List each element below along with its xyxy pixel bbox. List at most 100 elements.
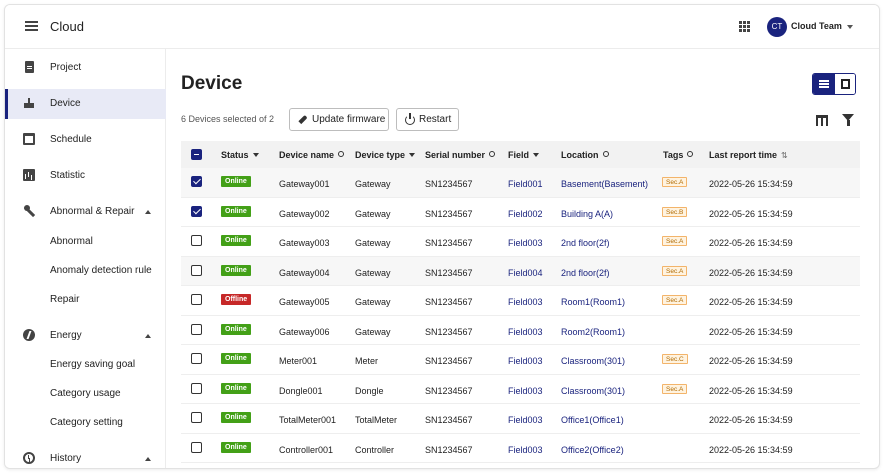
row-checkbox[interactable]	[191, 294, 202, 305]
row-checkbox[interactable]	[191, 176, 202, 187]
sidebar-item-abnormal-repair[interactable]: Abnormal & Repair	[5, 197, 166, 227]
team-name[interactable]: Cloud Team	[791, 21, 842, 31]
sidebar-item-statistic[interactable]: Statistic	[5, 161, 166, 191]
location-link[interactable]: 2nd floor(2f)	[561, 238, 610, 248]
column-header-status[interactable]: Status	[221, 150, 259, 160]
row-checkbox[interactable]	[191, 412, 202, 423]
location-link[interactable]: Classroom(301)	[561, 386, 625, 396]
row-checkbox[interactable]	[191, 382, 202, 394]
table-row[interactable]: Online Gateway006 Gateway SN1234567 Field003…	[181, 316, 860, 345]
sort-icon[interactable]: ⇅	[781, 151, 788, 160]
sidebar-item-energy[interactable]: Energy	[5, 321, 166, 351]
restart-button[interactable]: Restart	[396, 108, 459, 131]
field-link[interactable]: Field003	[508, 297, 543, 307]
field-link[interactable]: Field003	[508, 238, 543, 248]
table-row[interactable]: Online Gateway001 Gateway SN1234567 Field001…	[181, 168, 860, 198]
status-badge: Online	[221, 441, 251, 453]
table-row[interactable]: Online Gateway004 Gateway SN1234567 Field004…	[181, 256, 860, 286]
menu-icon[interactable]	[25, 21, 38, 31]
table-row[interactable]: Online Dongle001 Dongle SN1234567 Field003 Cl…	[181, 375, 860, 404]
serial-number-cell: SN1234567	[425, 179, 473, 189]
location-link[interactable]: Room1(Room1)	[561, 297, 625, 307]
table-row[interactable]: Online TotalMeter001 TotalMeter SN1234567 Fi…	[181, 404, 860, 434]
location-link[interactable]: 2nd floor(2f)	[561, 268, 610, 278]
column-header-tags[interactable]: Tags	[663, 150, 694, 160]
location-link[interactable]: Office1(Office1)	[561, 415, 624, 425]
table-row[interactable]: Online Meter001 Meter SN1234567 Field003 Clas…	[181, 345, 860, 375]
sidebar-item-history[interactable]: History	[5, 444, 166, 468]
sidebar-item-label: Project	[50, 62, 82, 73]
row-checkbox[interactable]	[191, 235, 202, 246]
location-link[interactable]: Basement(Basement)	[561, 179, 648, 189]
columns-icon[interactable]	[816, 115, 828, 126]
chevron-down-icon[interactable]	[847, 25, 853, 29]
location-link[interactable]: Office2(Office2)	[561, 445, 624, 455]
row-checkbox[interactable]	[191, 323, 202, 335]
column-header-device-type[interactable]: Device type	[355, 150, 416, 160]
last-report-time-cell: 2022-05-26 15:34:59	[709, 415, 793, 425]
field-link[interactable]: Field003	[508, 415, 543, 425]
sidebar-item-abnormal[interactable]: Abnormal	[5, 227, 166, 257]
search-icon[interactable]	[687, 150, 694, 157]
status-badge: Online	[221, 412, 251, 423]
table-row[interactable]: Offline Gateway005 Gateway SN1234567 Field00…	[181, 286, 860, 316]
device-name-cell: Gateway003	[279, 238, 330, 248]
table-row[interactable]: Online Gateway003 Gateway SN1234567 Field003…	[181, 227, 860, 257]
sidebar-item-category-usage[interactable]: Category usage	[5, 379, 166, 409]
status-badge: Online	[221, 235, 251, 246]
field-link[interactable]: Field003	[508, 386, 543, 396]
tag-badge: Sec.C	[662, 354, 688, 364]
column-header-last-report-time[interactable]: Last report time ⇅	[709, 150, 788, 160]
device-type-cell: Gateway	[355, 179, 391, 189]
location-link[interactable]: Room2(Room1)	[561, 327, 625, 337]
filter-icon[interactable]	[842, 114, 854, 126]
filter-icon[interactable]	[409, 152, 416, 157]
search-icon[interactable]	[489, 150, 496, 157]
serial-number-cell: SN1234567	[425, 444, 473, 455]
table-body: Online Gateway001 Gateway SN1234567 Field001…	[181, 168, 860, 463]
list-view-icon[interactable]	[813, 74, 835, 94]
avatar[interactable]: CT	[767, 17, 787, 37]
table-row[interactable]: Online Controller001 Controller SN1234567 Fi…	[181, 434, 860, 463]
row-checkbox[interactable]	[191, 264, 202, 276]
table-row[interactable]: Online Gateway002 Gateway SN1234567 Field002…	[181, 198, 860, 227]
sidebar-item-label: Category usage	[50, 388, 121, 399]
tag-badge: Sec.A	[662, 177, 688, 187]
row-checkbox[interactable]	[191, 205, 202, 217]
map-view-icon[interactable]	[835, 74, 855, 94]
field-link[interactable]: Field002	[508, 209, 543, 219]
column-header-serial-number[interactable]: Serial number	[425, 150, 496, 160]
sidebar-item-repair[interactable]: Repair	[5, 285, 166, 315]
tag-badge: Sec.A	[662, 265, 688, 276]
column-header-device-name[interactable]: Device name	[279, 150, 345, 160]
update-firmware-button[interactable]: Update firmware	[289, 108, 389, 131]
select-all-checkbox[interactable]	[191, 149, 202, 160]
column-header-location[interactable]: Location	[561, 150, 609, 160]
field-link[interactable]: Field003	[508, 445, 543, 455]
location-link[interactable]: Building A(A)	[561, 209, 613, 219]
wrench-icon	[23, 205, 35, 217]
sidebar-item-energy-saving-goal[interactable]: Energy saving goal	[5, 350, 166, 380]
field-link[interactable]: Field003	[508, 356, 543, 366]
filter-icon[interactable]	[252, 152, 259, 157]
sidebar-item-schedule[interactable]: Schedule	[5, 125, 166, 155]
device-type-cell: TotalMeter	[355, 415, 398, 425]
sidebar-item-category-setting[interactable]: Category setting	[5, 408, 166, 438]
filter-icon[interactable]	[533, 152, 540, 157]
search-icon[interactable]	[338, 150, 345, 157]
apps-grid-icon[interactable]	[739, 21, 750, 32]
row-checkbox[interactable]	[191, 353, 202, 364]
header-label: Last report time	[709, 150, 778, 160]
field-link[interactable]: Field001	[508, 179, 543, 189]
sidebar-item-device[interactable]: Device	[5, 89, 166, 119]
sidebar: Project Device Schedule Statistic Abnorm…	[5, 49, 166, 468]
row-checkbox[interactable]	[191, 441, 202, 453]
sidebar-item-anomaly-detection-rule[interactable]: Anomaly detection rule	[5, 256, 166, 286]
search-icon[interactable]	[602, 150, 609, 157]
sidebar-item-label: Energy	[50, 330, 82, 341]
location-link[interactable]: Classroom(301)	[561, 356, 625, 366]
field-link[interactable]: Field004	[508, 268, 543, 278]
sidebar-item-project[interactable]: Project	[5, 53, 166, 83]
column-header-field[interactable]: Field	[508, 150, 540, 160]
field-link[interactable]: Field003	[508, 327, 543, 337]
